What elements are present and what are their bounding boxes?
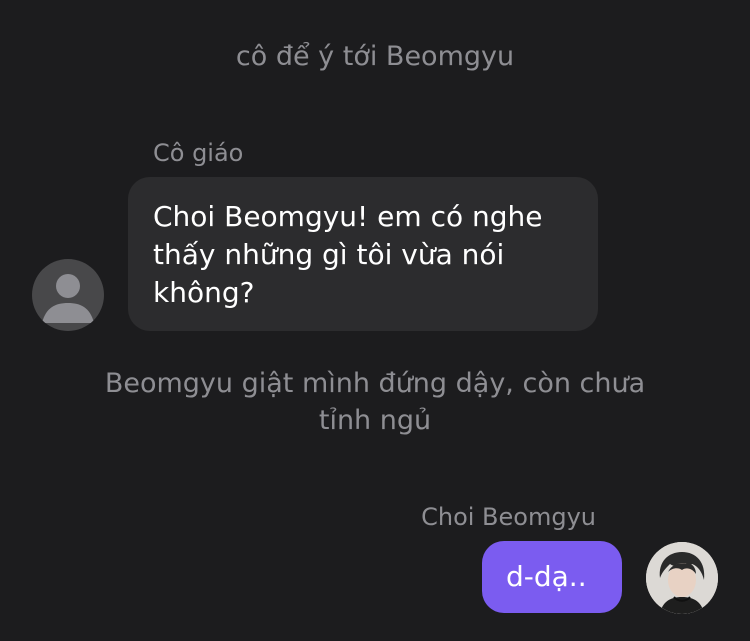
narration-text: cô để ý tới Beomgyu xyxy=(235,41,515,72)
message-bubble-outgoing[interactable]: d-dạ.. xyxy=(482,541,622,613)
sender-name-teacher: Cô giáo xyxy=(153,139,244,167)
default-user-icon[interactable] xyxy=(32,259,104,331)
profile-photo-icon xyxy=(646,542,718,614)
message-bubble-incoming[interactable]: Choi Beomgyu! em có nghe thấy những gì t… xyxy=(128,177,598,331)
avatar[interactable] xyxy=(646,542,718,614)
sender-name-me: Choi Beomgyu xyxy=(421,503,596,531)
narration-text: Beomgyu giật mình đứng dậy, còn chưa tỉn… xyxy=(104,368,646,436)
